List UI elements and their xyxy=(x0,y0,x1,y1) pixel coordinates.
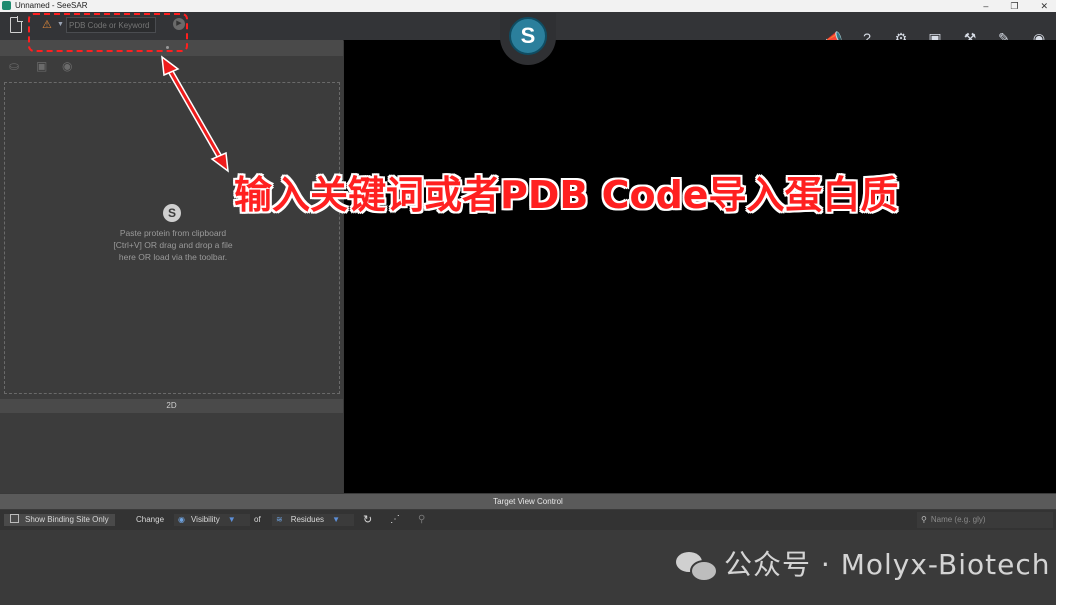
residue-name-search[interactable]: ⚲ Name (e.g. gly) xyxy=(917,512,1053,528)
target-view-control-header: Target View Control xyxy=(0,494,1056,509)
app-icon xyxy=(2,1,11,10)
watermark: 公众号 · Molyx-Biotech xyxy=(676,548,1050,582)
window-controls: – ❐ ✕ xyxy=(983,0,1048,12)
save-icon[interactable]: ▣ xyxy=(36,59,47,73)
residues-label: Residues xyxy=(290,515,325,524)
new-file-icon[interactable] xyxy=(10,16,23,33)
drop-instructions: Paste protein from clipboard [Ctrl+V] OR… xyxy=(113,228,233,262)
target-view-toolbar: Show Binding Site Only Change ◉ Visibilit… xyxy=(0,510,1056,530)
residues-dropdown[interactable]: ≋ Residues ▼ xyxy=(272,514,354,526)
of-label: of xyxy=(254,515,261,524)
chevron-down-icon: ▼ xyxy=(227,515,236,524)
change-label: Change xyxy=(136,515,165,524)
show-binding-site-label: Show Binding Site Only xyxy=(25,515,109,524)
search-highlight-box xyxy=(28,13,188,52)
close-button[interactable]: ✕ xyxy=(1040,0,1048,12)
connect-icon[interactable]: ⋰ xyxy=(390,514,400,526)
chevron-down-icon: ▼ xyxy=(332,515,340,524)
window-title: Unnamed - SeeSAR xyxy=(15,1,88,10)
visibility-label: Visibility xyxy=(190,515,220,524)
eye-icon[interactable]: ◉ xyxy=(62,59,72,73)
2d-view-tab[interactable]: 2D xyxy=(0,399,343,413)
3d-viewer[interactable] xyxy=(344,40,1056,493)
wechat-icon xyxy=(676,550,718,582)
minimize-button[interactable]: – xyxy=(983,0,988,12)
search-icon: ⚲ xyxy=(921,515,927,524)
maximize-button[interactable]: ❐ xyxy=(1010,0,1018,12)
protein-icon[interactable]: ⛀ xyxy=(9,59,19,73)
annotation-text: 输入关键词或者PDB Code导入蛋白质 xyxy=(234,173,899,217)
residue-search-placeholder: Name (e.g. gly) xyxy=(930,515,986,524)
watermark-text: 公众号 · Molyx-Biotech xyxy=(724,548,1051,581)
filter-icon[interactable]: ⚲ xyxy=(418,514,425,526)
annotation-arrow xyxy=(161,55,229,173)
checkbox-icon xyxy=(10,514,19,523)
show-binding-site-toggle[interactable]: Show Binding Site Only xyxy=(4,514,115,526)
residues-icon: ≋ xyxy=(276,515,283,524)
eye-icon: ◉ xyxy=(178,515,185,524)
visibility-dropdown[interactable]: ◉ Visibility ▼ xyxy=(174,514,250,526)
title-bar: Unnamed - SeeSAR – ❐ ✕ xyxy=(0,0,1056,12)
reset-view-icon[interactable]: ↻ xyxy=(363,514,372,526)
seesar-small-logo-icon: S xyxy=(163,204,181,222)
seesar-logo-icon: S xyxy=(509,17,547,55)
